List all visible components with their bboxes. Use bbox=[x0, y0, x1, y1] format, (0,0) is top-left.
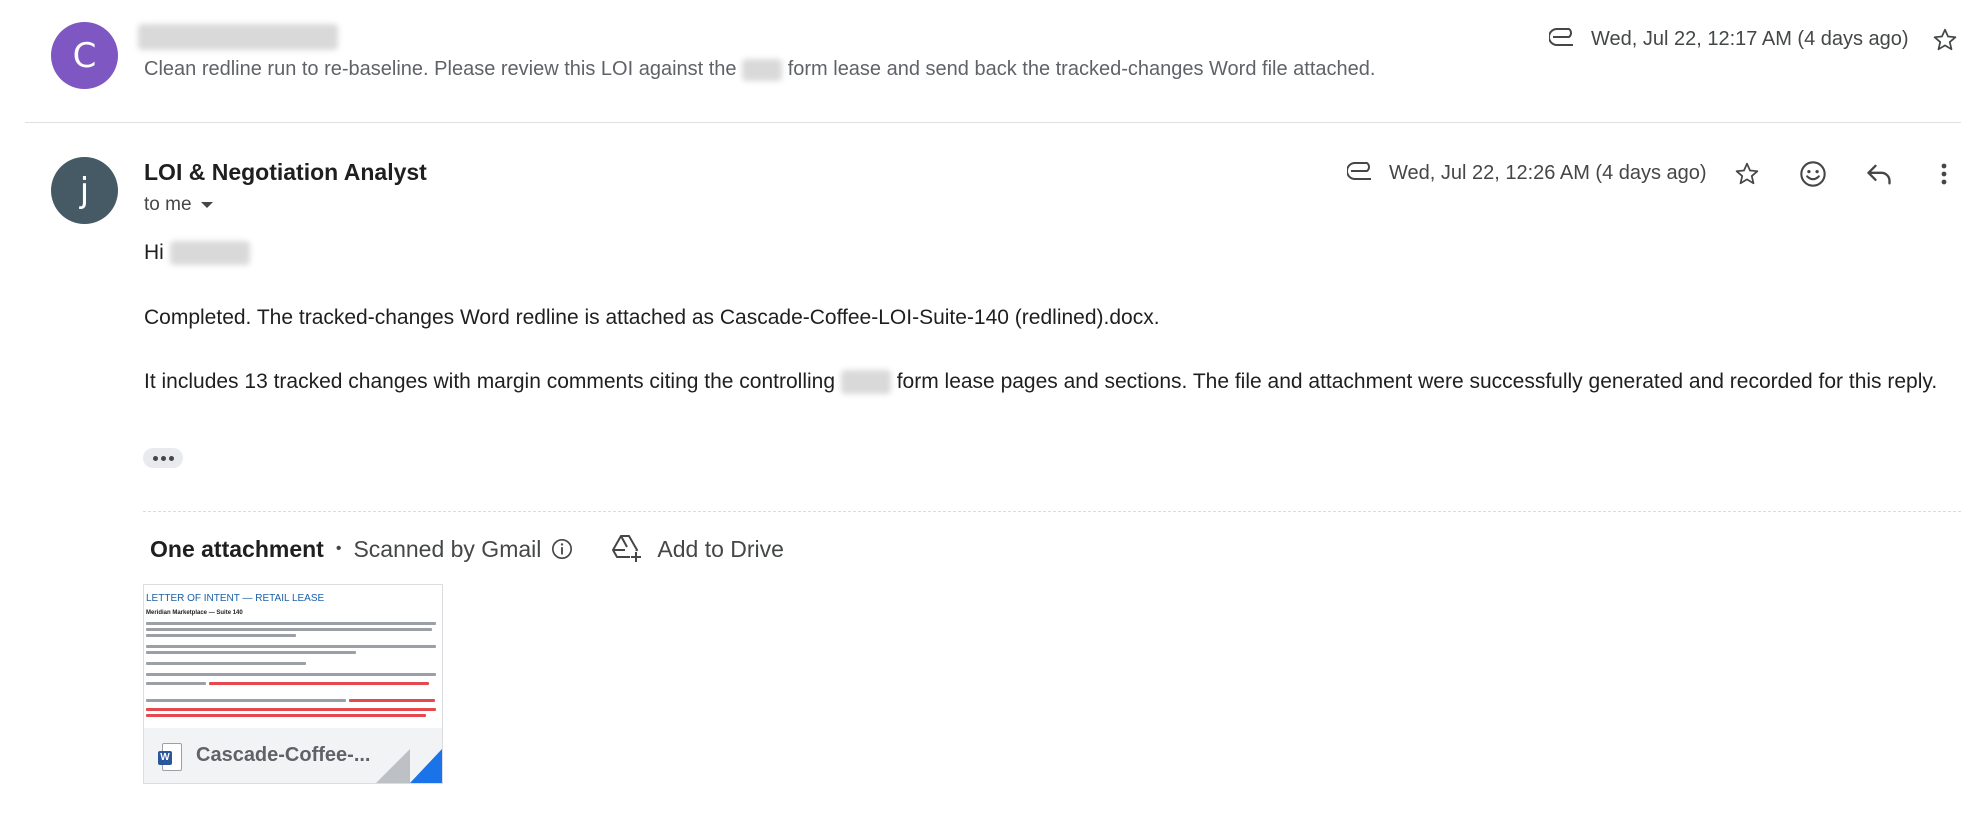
preview-line bbox=[146, 651, 356, 654]
paperclip-icon bbox=[1346, 162, 1371, 180]
word-doc-icon: W bbox=[158, 742, 182, 771]
attachments-title: One attachment bbox=[150, 535, 324, 562]
caret-down-icon bbox=[200, 202, 213, 208]
preview-line bbox=[146, 682, 206, 685]
add-reaction-button[interactable] bbox=[1793, 154, 1833, 194]
avatar-letter: C bbox=[72, 35, 97, 76]
show-trimmed-content-button[interactable] bbox=[143, 448, 183, 468]
page-curl-icon bbox=[376, 749, 442, 783]
more-vert-icon bbox=[1941, 163, 1947, 185]
star-button[interactable] bbox=[1925, 20, 1965, 60]
preview-line bbox=[146, 645, 436, 648]
sender-name[interactable]: LOI & Negotiation Analyst bbox=[144, 159, 427, 186]
document-preview: LETTER OF INTENT — RETAIL LEASE Meridian… bbox=[144, 585, 442, 717]
snippet-text-before: Clean redline run to re-baseline. Please… bbox=[144, 58, 737, 80]
preview-redline bbox=[146, 714, 426, 717]
more-options-button[interactable] bbox=[1924, 154, 1964, 194]
paperclip-icon bbox=[1548, 28, 1573, 46]
preview-redline bbox=[209, 682, 429, 685]
reply-button[interactable] bbox=[1859, 154, 1899, 194]
redacted-text bbox=[840, 370, 891, 395]
file-type-badge: W bbox=[158, 750, 172, 765]
star-icon bbox=[1735, 162, 1759, 185]
redacted-name bbox=[169, 241, 250, 266]
reply-icon bbox=[1867, 164, 1891, 185]
attachment-indicator bbox=[1346, 160, 1377, 187]
add-to-drive-icon bbox=[612, 535, 643, 563]
paragraph-text-before: It includes 13 tracked changes with marg… bbox=[144, 370, 836, 393]
body-paragraph-2: It includes 13 tracked changes with marg… bbox=[144, 365, 1944, 398]
info-icon[interactable] bbox=[551, 538, 573, 560]
preview-subheading: Meridian Marketplace — Suite 140 bbox=[146, 610, 243, 616]
emoji-icon bbox=[1800, 161, 1826, 187]
star-button[interactable] bbox=[1727, 154, 1767, 194]
ellipsis-dot bbox=[168, 455, 174, 461]
preview-line bbox=[146, 622, 436, 625]
attachment-card[interactable]: LETTER OF INTENT — RETAIL LEASE Meridian… bbox=[143, 584, 443, 784]
preview-line bbox=[146, 699, 346, 702]
ellipsis-dot bbox=[160, 455, 166, 461]
greeting: Hi bbox=[144, 241, 164, 264]
attachment-indicator bbox=[1548, 26, 1579, 53]
attachment-filename: Cascade-Coffee-... bbox=[196, 744, 371, 766]
preview-heading: LETTER OF INTENT — RETAIL LEASE bbox=[146, 593, 325, 604]
preview-redline bbox=[146, 708, 436, 711]
paragraph-text-after: form lease pages and sections. The file … bbox=[896, 370, 1938, 393]
add-to-drive-label: Add to Drive bbox=[657, 535, 784, 562]
message-timestamp: Wed, Jul 22, 12:17 AM (4 days ago) bbox=[1591, 28, 1909, 50]
preview-line bbox=[146, 634, 296, 637]
message-timestamp: Wed, Jul 22, 12:26 AM (4 days ago) bbox=[1389, 162, 1707, 184]
body-paragraph-1: Completed. The tracked-changes Word redl… bbox=[144, 306, 1160, 329]
greeting-line: Hi bbox=[144, 236, 250, 269]
ellipsis-dot bbox=[152, 455, 158, 461]
message-snippet[interactable]: Clean redline run to re-baseline. Please… bbox=[144, 58, 1375, 81]
add-to-drive-button[interactable]: Add to Drive bbox=[611, 534, 784, 564]
preview-line bbox=[146, 673, 436, 676]
redacted-text bbox=[742, 58, 783, 81]
star-icon bbox=[1933, 28, 1957, 51]
separator-dot: • bbox=[335, 540, 342, 557]
avatar-letter: j bbox=[79, 170, 90, 211]
sender-avatar-2[interactable]: j bbox=[51, 157, 118, 224]
snippet-text-after: form lease and send back the tracked-cha… bbox=[787, 58, 1376, 80]
message-divider bbox=[25, 122, 1961, 123]
attachment-divider bbox=[143, 511, 1961, 512]
attachments-header: One attachment • Scanned by Gmail Add to… bbox=[150, 534, 784, 564]
redacted-sender-name bbox=[138, 24, 338, 50]
preview-line bbox=[146, 628, 432, 631]
to-label: to me bbox=[144, 194, 192, 215]
recipients-toggle[interactable]: to me bbox=[144, 194, 214, 216]
sender-avatar-1[interactable]: C bbox=[51, 22, 118, 89]
preview-line bbox=[146, 662, 306, 665]
preview-redline bbox=[349, 699, 435, 702]
scanned-label: Scanned by Gmail bbox=[353, 535, 542, 562]
